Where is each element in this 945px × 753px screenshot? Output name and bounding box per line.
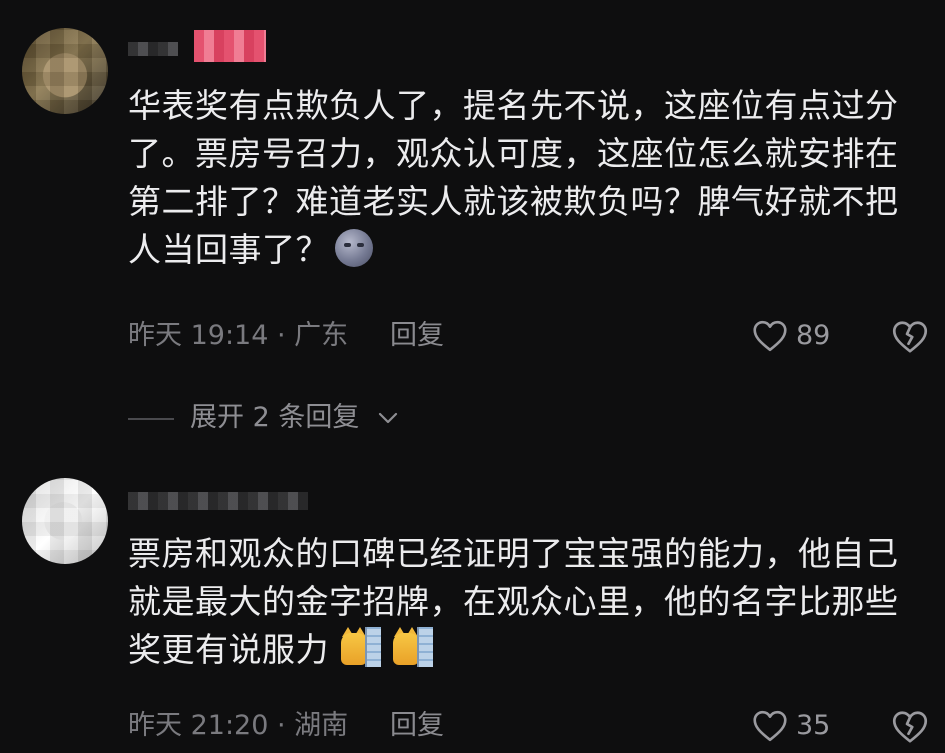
divider-line xyxy=(128,418,174,420)
comment-line: 人当回事了？ xyxy=(128,230,329,269)
comment-text: 票房和观众的口碑已经证明了宝宝强的能力，他自己 就是最大的金字招牌，在观众心里，… xyxy=(128,530,928,674)
comment-text: 华表奖有点欺负人了，提名先不说，这座位有点过分 了。票房号召力，观众认可度，这座… xyxy=(128,82,928,274)
reply-button[interactable]: 回复 xyxy=(390,708,444,744)
like-count: 89 xyxy=(796,320,831,351)
comment-line: 第二排了？难道老实人就该被欺负吗？脾气好就不把 xyxy=(128,182,899,221)
username-blurred[interactable] xyxy=(128,30,278,62)
timestamp-location: 昨天 21:20 · 湖南 xyxy=(128,710,349,741)
comment-line: 就是最大的金字招牌，在观众心里，他的名字比那些 xyxy=(128,582,899,621)
heart-icon xyxy=(753,320,787,352)
timestamp-location: 昨天 19:14 · 广东 xyxy=(128,320,349,351)
comment-meta: 昨天 19:14 · 广东 回复 xyxy=(128,318,444,354)
heart-icon xyxy=(753,710,787,742)
comment-line: 了。票房号召力，观众认可度，这座位怎么就安排在 xyxy=(128,134,899,173)
cat-peeking-wall-icon xyxy=(341,627,381,667)
avatar[interactable] xyxy=(22,28,108,114)
reply-button[interactable]: 回复 xyxy=(390,318,444,354)
avatar[interactable] xyxy=(22,478,108,564)
username-blurred[interactable] xyxy=(128,484,318,512)
comment-line: 奖更有说服力 xyxy=(128,630,329,669)
comment-line: 华表奖有点欺负人了，提名先不说，这座位有点过分 xyxy=(128,86,899,125)
broken-heart-icon[interactable] xyxy=(892,710,928,744)
comment-meta: 昨天 21:20 · 湖南 回复 xyxy=(128,708,444,744)
broken-heart-icon[interactable] xyxy=(892,320,928,354)
chevron-down-icon xyxy=(378,412,398,424)
comment-line: 票房和观众的口碑已经证明了宝宝强的能力，他自己 xyxy=(128,534,899,573)
expand-replies-label: 展开 2 条回复 xyxy=(190,402,360,433)
cat-peeking-wall-icon xyxy=(393,627,433,667)
new-moon-face-icon xyxy=(335,229,373,267)
like-count: 35 xyxy=(796,710,831,741)
